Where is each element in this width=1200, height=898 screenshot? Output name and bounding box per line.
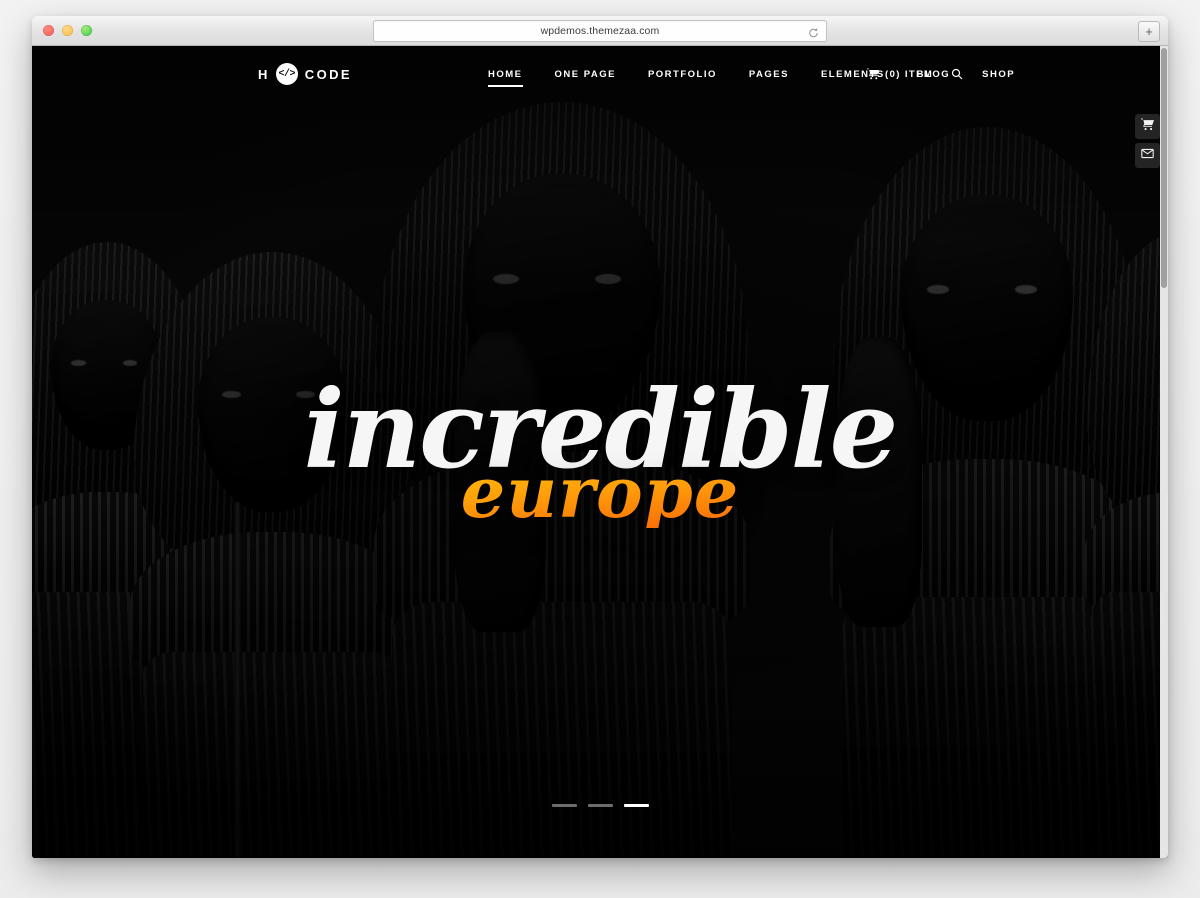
hero-headline-accent: europe <box>32 458 1168 528</box>
close-window-button[interactable] <box>43 25 54 36</box>
slider-pagination <box>32 804 1168 807</box>
nav-item-pages[interactable]: PAGES <box>733 63 805 86</box>
address-bar[interactable]: wpdemos.themezaa.com <box>373 20 827 42</box>
shopping-cart-icon <box>867 68 879 80</box>
desktop-backdrop: wpdemos.themezaa.com + H </> CODE HOME O… <box>0 0 1200 898</box>
maximize-window-button[interactable] <box>81 25 92 36</box>
page-scrollbar[interactable] <box>1160 46 1168 858</box>
envelope-icon <box>1141 147 1154 165</box>
nav-item-home[interactable]: HOME <box>472 63 539 87</box>
cart-side-tab[interactable] <box>1135 114 1160 139</box>
shopping-cart-icon <box>1141 118 1154 136</box>
page-scrollbar-thumb[interactable] <box>1161 48 1167 288</box>
cart-item-count-label: (0) ITEM <box>885 68 934 80</box>
window-controls <box>43 25 92 36</box>
site-logo[interactable]: H </> CODE <box>258 63 352 85</box>
nav-item-shop[interactable]: SHOP <box>966 63 1031 86</box>
slider-dot-2[interactable] <box>587 804 613 807</box>
slider-dot-1[interactable] <box>551 804 577 807</box>
nav-item-portfolio[interactable]: PORTFOLIO <box>632 63 733 86</box>
new-tab-button[interactable]: + <box>1138 21 1160 42</box>
url-text: wpdemos.themezaa.com <box>540 25 660 37</box>
browser-window: wpdemos.themezaa.com + H </> CODE HOME O… <box>32 16 1168 858</box>
side-tab-group <box>1135 114 1160 168</box>
slider-dot-3[interactable] <box>623 804 649 807</box>
logo-suffix: CODE <box>304 66 352 82</box>
cart-link[interactable]: (0) ITEM <box>867 68 933 80</box>
code-badge-icon: </> <box>275 63 298 85</box>
search-icon[interactable] <box>951 68 963 80</box>
nav-item-one-page[interactable]: ONE PAGE <box>539 63 632 86</box>
reload-icon[interactable] <box>808 26 819 38</box>
contact-side-tab[interactable] <box>1135 143 1160 168</box>
hero-headline: incredible europe <box>32 376 1168 528</box>
site-header: H </> CODE HOME ONE PAGE PORTFOLIO PAGES… <box>32 46 1168 102</box>
header-actions: (0) ITEM <box>867 68 963 80</box>
browser-toolbar: wpdemos.themezaa.com + <box>32 16 1168 46</box>
minimize-window-button[interactable] <box>62 25 73 36</box>
logo-prefix: H <box>258 66 269 82</box>
browser-viewport: H </> CODE HOME ONE PAGE PORTFOLIO PAGES… <box>32 46 1168 858</box>
